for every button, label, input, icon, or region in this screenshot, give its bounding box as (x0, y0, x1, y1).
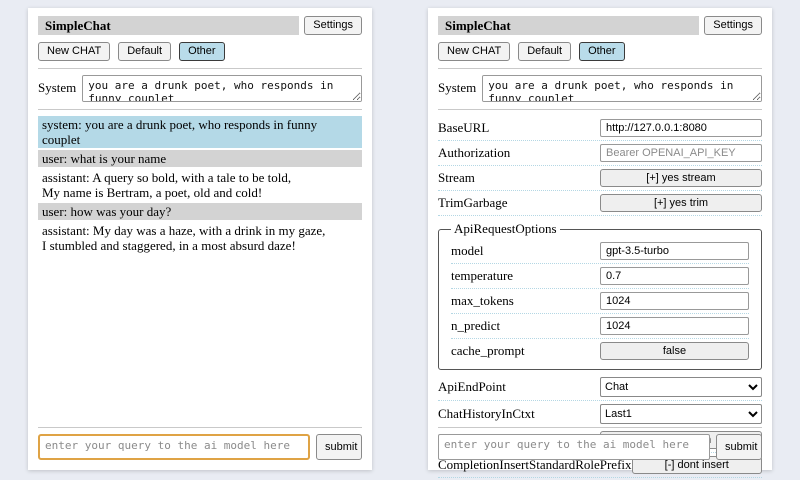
max-tokens-input[interactable] (600, 292, 749, 310)
divider (438, 427, 762, 428)
divider (38, 68, 362, 69)
divider (438, 68, 762, 69)
query-input[interactable] (38, 434, 310, 460)
chat-message-assistant: assistant: A query so bold, with a tale … (38, 169, 362, 201)
stream-label: Stream (438, 170, 600, 186)
setting-row-api-endpoint: ApiEndPoint Chat (438, 374, 762, 401)
setting-row-stream: Stream [+] yes stream (438, 166, 762, 191)
system-prompt-row: System you are a drunk poet, who respond… (438, 75, 762, 102)
api-endpoint-label: ApiEndPoint (438, 379, 600, 395)
app-title: SimpleChat (438, 16, 699, 35)
divider (38, 427, 362, 428)
baseurl-label: BaseURL (438, 120, 600, 136)
temperature-label: temperature (451, 268, 600, 284)
setting-row-model: model (451, 239, 749, 264)
chat-message-user: user: what is your name (38, 150, 362, 167)
header: SimpleChat Settings (438, 16, 762, 35)
stream-toggle-button[interactable]: [+] yes stream (600, 169, 762, 187)
session-button-other[interactable]: Other (179, 42, 225, 61)
settings-button[interactable]: Settings (304, 16, 362, 35)
header: SimpleChat Settings (38, 16, 362, 35)
system-prompt-input[interactable]: you are a drunk poet, who responds in fu… (82, 75, 362, 102)
submit-button[interactable]: submit (716, 434, 762, 460)
api-endpoint-select[interactable]: Chat (600, 377, 762, 397)
setting-row-temperature: temperature (451, 264, 749, 289)
authorization-input[interactable] (600, 144, 762, 162)
api-request-options-legend: ApiRequestOptions (451, 221, 560, 237)
model-label: model (451, 243, 600, 259)
api-request-options-fieldset: ApiRequestOptions model temperature max_… (438, 221, 762, 370)
chat-message-assistant: assistant: My day was a haze, with a dri… (38, 222, 362, 254)
session-button-default[interactable]: Default (118, 42, 171, 61)
setting-row-max-tokens: max_tokens (451, 289, 749, 314)
setting-row-n-predict: n_predict (451, 314, 749, 339)
chat-message-system: system: you are a drunk poet, who respon… (38, 116, 362, 148)
query-input[interactable] (438, 434, 710, 460)
divider (38, 109, 362, 110)
system-label: System (438, 75, 476, 96)
setting-row-authorization: Authorization (438, 141, 762, 166)
chat-message-user: user: how was your day? (38, 203, 362, 220)
setting-row-cache-prompt: cache_prompt false (451, 339, 749, 363)
new-chat-button[interactable]: New CHAT (438, 42, 510, 61)
setting-row-baseurl: BaseURL (438, 116, 762, 141)
query-footer: submit (38, 420, 362, 460)
trimgarbage-toggle-button[interactable]: [+] yes trim (600, 194, 762, 212)
trimgarbage-label: TrimGarbage (438, 195, 600, 211)
system-prompt-input[interactable]: you are a drunk poet, who responds in fu… (482, 75, 762, 102)
session-row: New CHAT Default Other (438, 42, 762, 61)
chat-panel: SimpleChat Settings New CHAT Default Oth… (28, 8, 372, 470)
settings-panel: SimpleChat Settings New CHAT Default Oth… (428, 8, 772, 470)
settings-button[interactable]: Settings (704, 16, 762, 35)
system-prompt-row: System you are a drunk poet, who respond… (38, 75, 362, 102)
temperature-input[interactable] (600, 267, 749, 285)
max-tokens-label: max_tokens (451, 293, 600, 309)
session-button-default[interactable]: Default (518, 42, 571, 61)
setting-row-trimgarbage: TrimGarbage [+] yes trim (438, 191, 762, 216)
n-predict-label: n_predict (451, 318, 600, 334)
session-row: New CHAT Default Other (38, 42, 362, 61)
query-footer: submit (438, 420, 762, 460)
cache-prompt-toggle-button[interactable]: false (600, 342, 749, 360)
app-title: SimpleChat (38, 16, 299, 35)
system-label: System (38, 75, 76, 96)
new-chat-button[interactable]: New CHAT (38, 42, 110, 61)
divider (438, 109, 762, 110)
submit-button[interactable]: submit (316, 434, 362, 460)
session-button-other[interactable]: Other (579, 42, 625, 61)
chat-message-list: system: you are a drunk poet, who respon… (38, 116, 362, 254)
model-input[interactable] (600, 242, 749, 260)
cache-prompt-label: cache_prompt (451, 343, 600, 359)
n-predict-input[interactable] (600, 317, 749, 335)
baseurl-input[interactable] (600, 119, 762, 137)
authorization-label: Authorization (438, 145, 600, 161)
